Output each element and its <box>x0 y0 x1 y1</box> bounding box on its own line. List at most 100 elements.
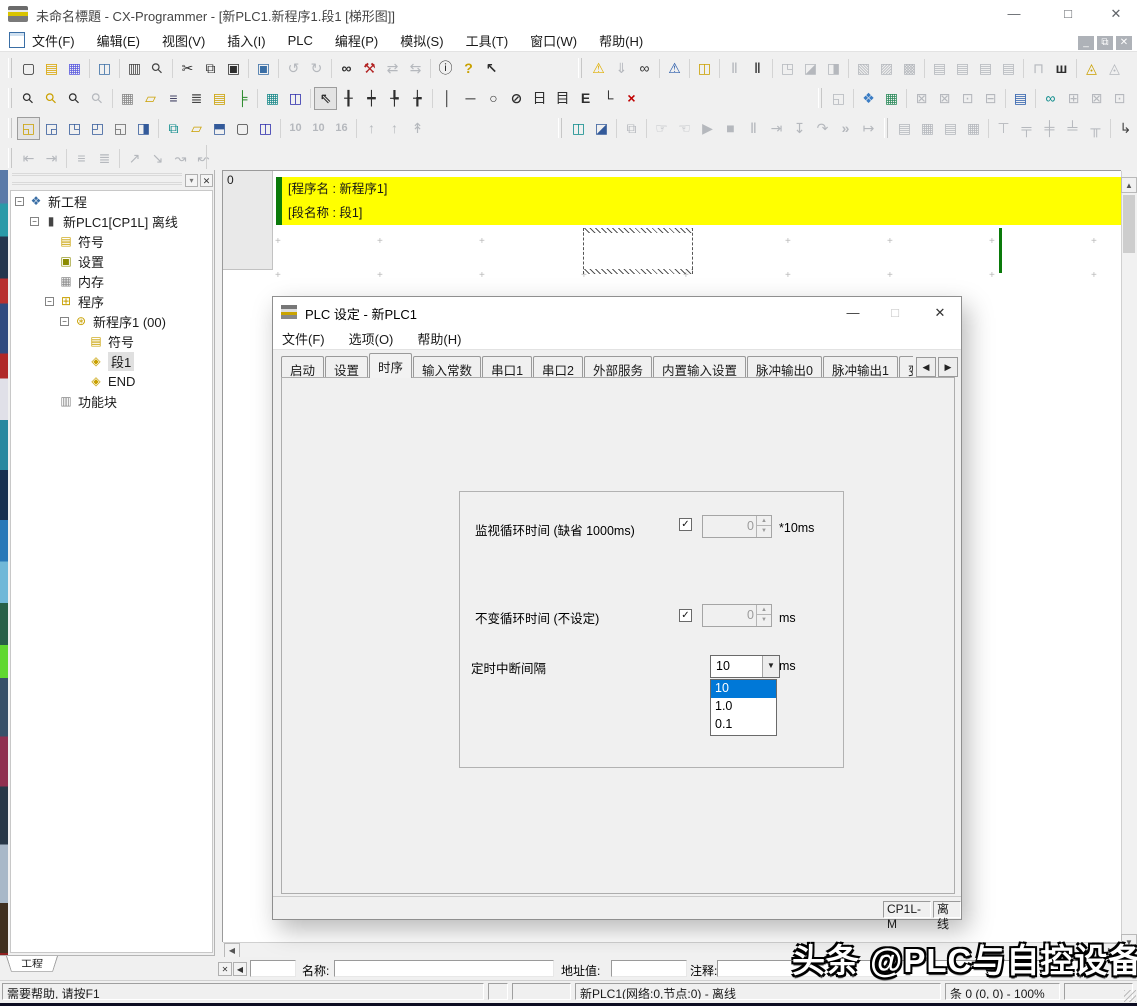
context-help-icon[interactable]: ↖ <box>480 57 503 80</box>
tree-item-4[interactable]: ▦内存 <box>11 271 212 291</box>
print-preview-icon[interactable]: ⚲ <box>146 57 169 80</box>
tree-expander-icon[interactable]: − <box>15 197 24 206</box>
tab-时序[interactable]: 时序 <box>369 353 412 378</box>
set-protect-icon[interactable]: ◬ <box>1080 57 1103 80</box>
menu-item-6[interactable]: 模拟(S) <box>400 31 443 50</box>
tab-变频器配[interactable]: 变频器配 <box>899 356 913 378</box>
watch-cycle-time-checkbox[interactable]: ✓ <box>679 518 692 531</box>
contact-nc-icon[interactable]: ┿ <box>360 87 383 110</box>
address-field[interactable] <box>611 960 687 977</box>
menu-item-0[interactable]: 文件(F) <box>32 31 75 50</box>
project-tab[interactable]: 工程 <box>6 956 58 972</box>
mnemonics-view-icon[interactable]: ▦ <box>261 87 284 110</box>
coil-closed-icon[interactable]: ⊘ <box>505 87 528 110</box>
instruction-icon[interactable]: E <box>574 87 597 110</box>
symbol-table-icon[interactable]: ❖ <box>857 87 880 110</box>
io-spacing-icon[interactable]: ≣ <box>185 87 208 110</box>
spinner-arrows[interactable]: ▲▼ <box>756 605 771 626</box>
diagram-window-icon[interactable]: ⧉ <box>162 117 185 140</box>
compile-icon[interactable]: ⚠ <box>587 57 610 80</box>
contact-no-icon[interactable]: ╂ <box>337 87 360 110</box>
tab-串口1[interactable]: 串口1 <box>482 356 532 378</box>
fixed-cycle-time-spinner[interactable]: 0 ▲▼ <box>702 604 772 627</box>
rung-list-icon[interactable]: ▤ <box>208 87 231 110</box>
dropdown-option-10[interactable]: 10 <box>711 680 776 698</box>
coil-icon[interactable]: ○ <box>482 87 505 110</box>
tree-item-9[interactable]: ◈END <box>11 371 212 391</box>
ci-view-icon[interactable]: ◫ <box>284 87 307 110</box>
tree-expander-icon[interactable]: − <box>60 317 69 326</box>
tab-scroll-left-icon[interactable]: ◀ <box>916 357 936 377</box>
dropdown-option-1.0[interactable]: 1.0 <box>711 698 776 716</box>
resize-grip[interactable] <box>1124 990 1136 1002</box>
watch-win-icon[interactable]: ◳ <box>63 117 86 140</box>
tab-脉冲输出0[interactable]: 脉冲输出0 <box>747 356 822 378</box>
crossref-window-icon[interactable]: ◰ <box>86 117 109 140</box>
name-field[interactable] <box>334 960 554 977</box>
menu-item-9[interactable]: 帮助(H) <box>599 31 643 50</box>
section-window-icon[interactable]: ⬒ <box>208 117 231 140</box>
menu-item-5[interactable]: 编程(P) <box>335 31 378 50</box>
menu-item-2[interactable]: 视图(V) <box>162 31 205 50</box>
rung-comment-icon[interactable]: ▱ <box>139 87 162 110</box>
dialog-menu-item-2[interactable]: 帮助(H) <box>417 329 461 348</box>
dialog-menu-item-1[interactable]: 选项(O) <box>349 329 394 348</box>
transfer-to-plc-icon[interactable]: ⚠ <box>663 57 686 80</box>
menu-item-8[interactable]: 窗口(W) <box>530 31 577 50</box>
memory-view-icon[interactable]: ▦ <box>880 87 903 110</box>
comment-window-icon[interactable]: ▱ <box>185 117 208 140</box>
watch-window-icon[interactable]: ∞ <box>1039 87 1062 110</box>
tree-item-5[interactable]: −⊞程序 <box>11 291 212 311</box>
menu-item-3[interactable]: 插入(I) <box>227 31 265 50</box>
copy-icon[interactable]: ⧉ <box>199 57 222 80</box>
symbol-bar-collapse-icon[interactable]: ◀ <box>233 962 247 976</box>
line-connect-icon[interactable]: └ <box>597 87 620 110</box>
tab-scroll-right-icon[interactable]: ▶ <box>938 357 958 377</box>
toolbar-grip[interactable] <box>818 88 822 108</box>
tab-串口2[interactable]: 串口2 <box>533 356 583 378</box>
tree-item-7[interactable]: ▤符号 <box>11 331 212 351</box>
address-reference-icon[interactable]: ▤ <box>1009 87 1032 110</box>
tab-外部服务[interactable]: 外部服务 <box>584 356 652 378</box>
tree-item-10[interactable]: ▥功能块 <box>11 391 212 411</box>
help-icon[interactable]: ? <box>457 57 480 80</box>
zoom-in-icon[interactable]: ⚲ <box>63 87 86 110</box>
open-file-icon[interactable]: ▤ <box>40 57 63 80</box>
maximize-button[interactable]: □ <box>1053 8 1083 22</box>
toolbar-grip[interactable] <box>884 118 888 138</box>
paste-special-icon[interactable]: ▣ <box>252 57 275 80</box>
watch-cycle-time-spinner[interactable]: 0 ▲▼ <box>702 515 772 538</box>
mdi-minimize-button[interactable]: _ <box>1078 36 1094 50</box>
scroll-left-icon[interactable]: ◀ <box>224 943 240 958</box>
build-window-icon[interactable]: ◲ <box>40 117 63 140</box>
panel-menu-button[interactable]: ▾ <box>185 174 198 187</box>
tab-启动[interactable]: 启动 <box>281 356 324 378</box>
new-file-icon[interactable]: ▢ <box>17 57 40 80</box>
dropdown-option-0.1[interactable]: 0.1 <box>711 716 776 734</box>
mdi-close-button[interactable]: ✕ <box>1116 36 1132 50</box>
check-program-icon[interactable]: ∞ <box>633 57 656 80</box>
pause-icon[interactable]: Ⅱ <box>746 57 769 80</box>
vertical-scroll-thumb[interactable] <box>1123 195 1135 253</box>
chevron-down-icon[interactable]: ▼ <box>762 656 779 677</box>
selection-rectangle[interactable] <box>583 228 693 274</box>
editor-vertical-scrollbar[interactable] <box>1121 171 1137 957</box>
rung-wrap-icon[interactable]: ≡ <box>162 87 185 110</box>
zoom-tool-icon[interactable]: ⚲ <box>17 87 40 110</box>
paste-icon[interactable]: ▣ <box>222 57 245 80</box>
local-window-icon[interactable]: ◱ <box>109 117 132 140</box>
tab-内置输入设置[interactable]: 内置输入设置 <box>653 356 746 378</box>
panel-close-button[interactable]: ✕ <box>200 174 213 187</box>
spinner-arrows[interactable]: ▲▼ <box>756 516 771 537</box>
save-icon[interactable]: ▦ <box>63 57 86 80</box>
io-table-window-icon[interactable]: ◫ <box>567 117 590 140</box>
tree-item-8[interactable]: ◈段1 <box>11 351 212 371</box>
dialog-minimize-button[interactable]: — <box>838 305 868 321</box>
toolbar-grip[interactable] <box>8 148 12 168</box>
horizontal-line-icon[interactable]: ─ <box>459 87 482 110</box>
symbol-bar-close-icon[interactable]: ✕ <box>218 962 232 976</box>
grid-toggle-icon[interactable]: ▦ <box>116 87 139 110</box>
tree-item-2[interactable]: ▤符号 <box>11 231 212 251</box>
function-block-icon[interactable]: 日 <box>528 87 551 110</box>
tab-设置[interactable]: 设置 <box>325 356 368 378</box>
